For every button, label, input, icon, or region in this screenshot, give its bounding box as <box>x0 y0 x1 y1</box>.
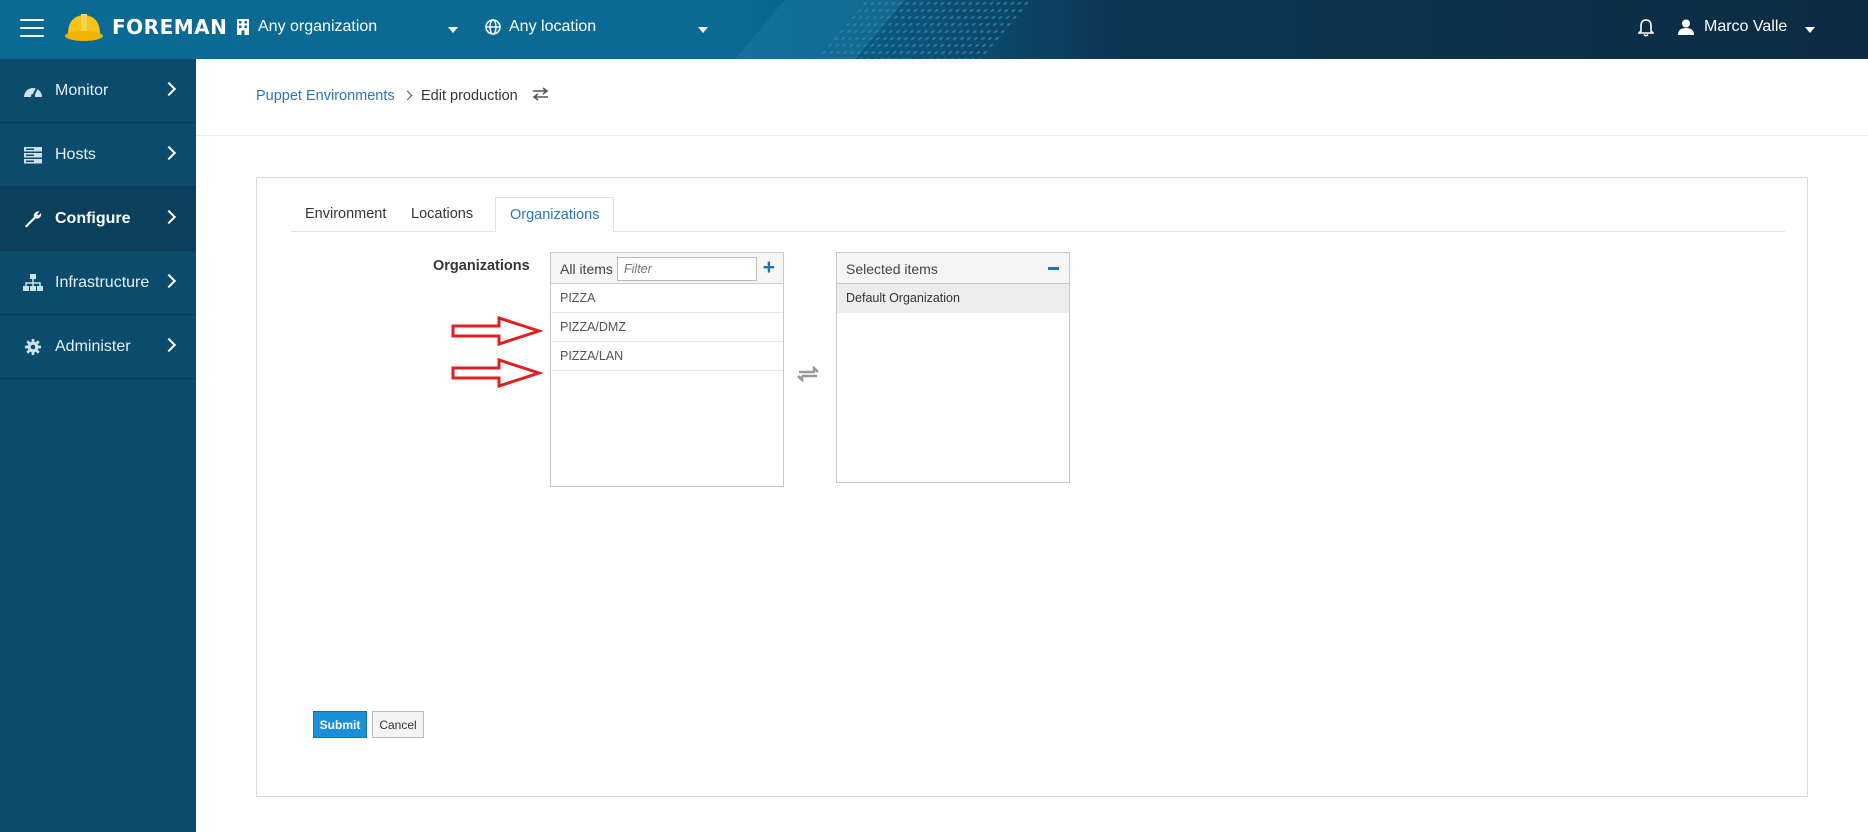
dashboard-icon <box>24 87 42 98</box>
sidebar-item-infrastructure[interactable]: Infrastructure <box>0 251 196 315</box>
tab-environment[interactable]: Environment <box>291 197 400 232</box>
annotation-arrow-icon <box>451 315 543 347</box>
bell-icon[interactable] <box>1638 19 1654 37</box>
location-selector[interactable]: Any location <box>485 18 596 36</box>
breadcrumb-link-puppet-environments[interactable]: Puppet Environments <box>256 88 395 104</box>
user-name: Marco Valle <box>1704 18 1788 35</box>
chevron-right-icon <box>161 81 177 97</box>
selected-items-title: Selected items <box>846 261 938 277</box>
list-item[interactable]: Default Organization <box>837 284 1069 313</box>
sidebar-item-label: Monitor <box>55 81 109 99</box>
breadcrumb-current: Edit production <box>421 88 518 104</box>
remove-all-icon[interactable] <box>1048 267 1059 270</box>
organization-selector[interactable]: Any organization <box>236 18 377 36</box>
user-menu[interactable]: Marco Valle <box>1678 18 1787 36</box>
transfer-arrows-icon <box>797 366 819 382</box>
chevron-right-icon <box>161 209 177 225</box>
foreman-logo[interactable]: FOREMAN <box>64 10 227 44</box>
sidebar-item-hosts[interactable]: Hosts <box>0 123 196 187</box>
tab-bar: Environment Locations Organizations <box>291 197 1785 233</box>
sidebar-item-administer[interactable]: Administer <box>0 315 196 379</box>
sidebar-item-label: Infrastructure <box>55 273 150 291</box>
sidebar: Monitor Hosts Configure Infrastructure A… <box>0 59 196 832</box>
all-items-title: All items <box>560 261 613 277</box>
annotation-arrow-icon <box>451 357 543 389</box>
chevron-right-icon <box>161 145 177 161</box>
edit-form-card: Environment Locations Organizations Orga… <box>256 177 1808 797</box>
sidebar-item-label: Administer <box>55 337 131 355</box>
cancel-button[interactable]: Cancel <box>372 711 424 738</box>
sidebar-item-configure[interactable]: Configure <box>0 187 196 251</box>
sitemap-icon <box>23 273 43 291</box>
server-icon <box>24 146 42 163</box>
breadcrumb: Puppet Environments Edit production <box>196 59 1868 136</box>
menu-toggle-icon[interactable] <box>20 19 44 39</box>
all-items-list: All items + PIZZA PIZZA/DMZ PIZZA/LAN <box>550 252 784 487</box>
building-icon <box>237 19 249 35</box>
chevron-right-icon <box>161 337 177 353</box>
gear-icon <box>24 338 42 355</box>
sidebar-item-label: Hosts <box>55 145 96 163</box>
tab-organizations[interactable]: Organizations <box>495 197 615 233</box>
submit-button[interactable]: Submit <box>313 711 367 738</box>
switcher-icon[interactable] <box>532 87 549 101</box>
user-icon <box>1678 19 1694 35</box>
selected-items-list: Selected items Default Organization <box>836 252 1070 483</box>
add-all-icon[interactable]: + <box>763 256 775 280</box>
brand-name: FOREMAN <box>112 15 228 39</box>
organization-dropdown-icon[interactable] <box>448 27 458 33</box>
globe-icon <box>485 19 501 35</box>
helmet-icon <box>65 14 103 41</box>
all-items-header: All items + <box>551 253 783 284</box>
sidebar-item-monitor[interactable]: Monitor <box>0 59 196 123</box>
user-dropdown-icon[interactable] <box>1805 27 1815 33</box>
list-item[interactable]: PIZZA/LAN <box>551 342 783 371</box>
wrench-icon <box>25 210 42 227</box>
list-item[interactable]: PIZZA <box>551 284 783 313</box>
organizations-field-label: Organizations <box>433 258 530 274</box>
list-item[interactable]: PIZZA/DMZ <box>551 313 783 342</box>
organization-label: Any organization <box>258 18 378 35</box>
sidebar-item-label: Configure <box>55 209 131 227</box>
chevron-right-icon <box>161 273 177 289</box>
location-dropdown-icon[interactable] <box>698 27 708 33</box>
selected-items-header: Selected items <box>837 253 1069 284</box>
location-label: Any location <box>509 18 597 35</box>
top-navbar: FOREMAN Any organization Any location Ma… <box>0 0 1868 59</box>
chevron-right-icon <box>402 90 413 101</box>
filter-input[interactable] <box>617 257 757 281</box>
tab-locations[interactable]: Locations <box>397 197 487 232</box>
